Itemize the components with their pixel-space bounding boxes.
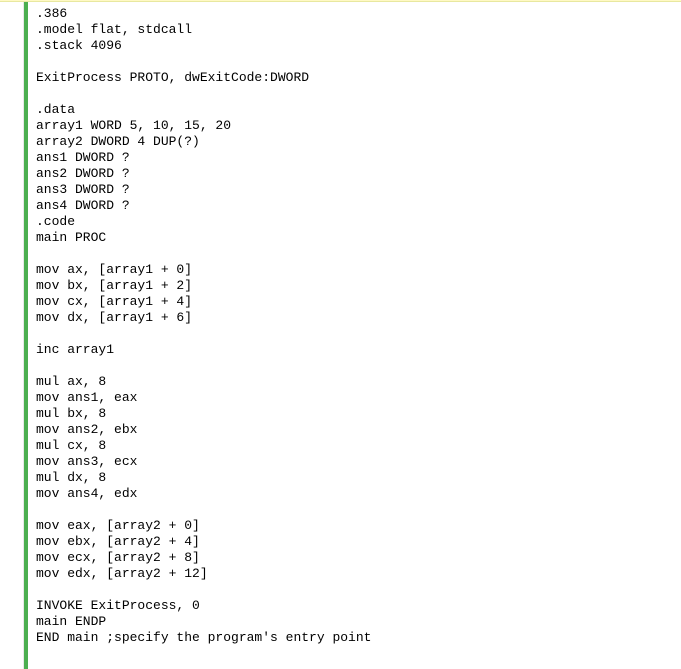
code-line[interactable]: mov ax, [array1 + 0] [36, 262, 681, 278]
code-line[interactable]: mul cx, 8 [36, 438, 681, 454]
code-line[interactable]: mov ebx, [array2 + 4] [36, 534, 681, 550]
code-line[interactable]: mul dx, 8 [36, 470, 681, 486]
code-line[interactable]: ans3 DWORD ? [36, 182, 681, 198]
code-line[interactable]: mov ans2, ebx [36, 422, 681, 438]
code-line[interactable]: .386 [36, 6, 681, 22]
code-line[interactable]: ExitProcess PROTO, dwExitCode:DWORD [36, 70, 681, 86]
code-line[interactable]: main ENDP [36, 614, 681, 630]
code-line[interactable]: array2 DWORD 4 DUP(?) [36, 134, 681, 150]
editor-gutter [0, 2, 24, 669]
code-line[interactable]: ans4 DWORD ? [36, 198, 681, 214]
code-line[interactable]: .model flat, stdcall [36, 22, 681, 38]
code-line[interactable] [36, 326, 681, 342]
code-line[interactable] [36, 54, 681, 70]
code-line[interactable]: END main ;specify the program's entry po… [36, 630, 681, 646]
code-editor[interactable]: .386.model flat, stdcall.stack 4096 ExitP… [0, 0, 681, 669]
code-line[interactable]: mov ans3, ecx [36, 454, 681, 470]
code-line[interactable]: INVOKE ExitProcess, 0 [36, 598, 681, 614]
code-line[interactable]: mov ans4, edx [36, 486, 681, 502]
code-line[interactable]: inc array1 [36, 342, 681, 358]
code-line[interactable]: mov edx, [array2 + 12] [36, 566, 681, 582]
code-line[interactable] [36, 358, 681, 374]
code-line[interactable]: mul ax, 8 [36, 374, 681, 390]
code-line[interactable] [36, 582, 681, 598]
code-line[interactable]: mov dx, [array1 + 6] [36, 310, 681, 326]
code-line[interactable]: array1 WORD 5, 10, 15, 20 [36, 118, 681, 134]
top-highlight-bar [0, 0, 681, 2]
code-line[interactable] [36, 502, 681, 518]
code-line[interactable]: .stack 4096 [36, 38, 681, 54]
code-line[interactable] [36, 86, 681, 102]
code-line[interactable]: mov eax, [array2 + 0] [36, 518, 681, 534]
code-text-area[interactable]: .386.model flat, stdcall.stack 4096 ExitP… [28, 2, 681, 669]
code-line[interactable] [36, 246, 681, 262]
code-line[interactable]: mul bx, 8 [36, 406, 681, 422]
code-line[interactable]: .code [36, 214, 681, 230]
code-line[interactable]: ans2 DWORD ? [36, 166, 681, 182]
code-line[interactable]: .data [36, 102, 681, 118]
code-line[interactable]: mov ans1, eax [36, 390, 681, 406]
code-line[interactable]: ans1 DWORD ? [36, 150, 681, 166]
code-line[interactable]: mov ecx, [array2 + 8] [36, 550, 681, 566]
code-line[interactable]: main PROC [36, 230, 681, 246]
code-line[interactable]: mov bx, [array1 + 2] [36, 278, 681, 294]
code-line[interactable]: mov cx, [array1 + 4] [36, 294, 681, 310]
